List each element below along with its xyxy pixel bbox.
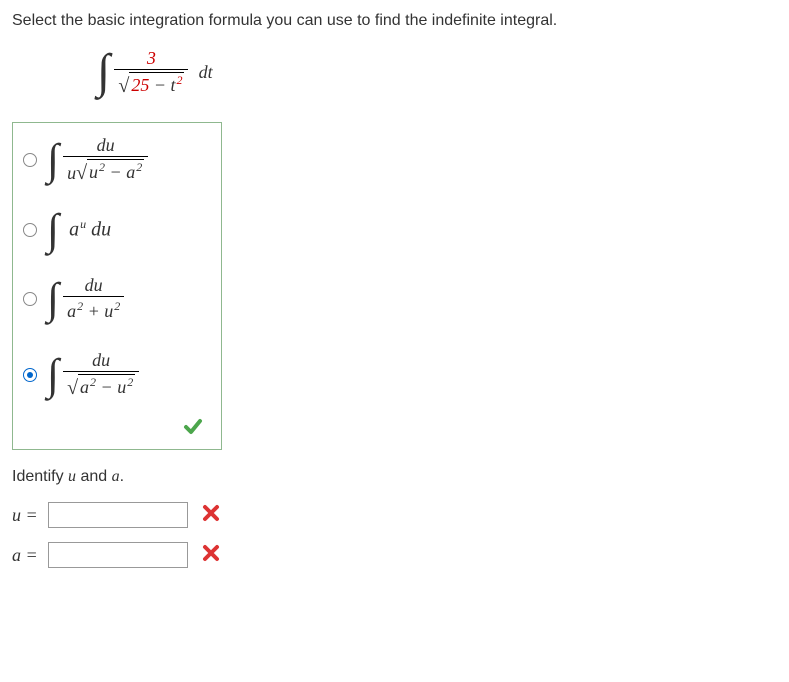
option-2-radio[interactable]	[23, 223, 37, 237]
question-prompt: Select the basic integration formula you…	[12, 12, 777, 30]
check-icon	[183, 417, 203, 437]
option-3[interactable]: ∫ du a2 + u2	[23, 275, 211, 322]
option-1-radio[interactable]	[23, 153, 37, 167]
option-2[interactable]: ∫ au du	[23, 212, 211, 247]
option-1[interactable]: ∫ du u√u2 − a2	[23, 135, 211, 184]
problem-integral: ∫ 3 √ 25 − t2 dt	[97, 48, 777, 97]
option-4-radio[interactable]	[23, 368, 37, 382]
option-4[interactable]: ∫ du √a2 − u2	[23, 350, 211, 399]
input-row-a: a =	[12, 542, 777, 568]
a-label: a =	[12, 545, 48, 566]
u-feedback	[202, 504, 220, 526]
options-group: ∫ du u√u2 − a2 ∫ au du ∫ du a2 + u2	[12, 122, 222, 450]
option-3-radio[interactable]	[23, 292, 37, 306]
options-feedback	[23, 409, 211, 441]
u-input[interactable]	[48, 502, 188, 528]
cross-icon	[202, 504, 220, 522]
identify-prompt: Identify u and a.	[12, 468, 777, 486]
a-feedback	[202, 544, 220, 566]
u-label: u =	[12, 505, 48, 526]
problem-differential: dt	[199, 62, 213, 82]
a-input[interactable]	[48, 542, 188, 568]
problem-numerator: 3	[143, 48, 160, 69]
input-row-u: u =	[12, 502, 777, 528]
cross-icon	[202, 544, 220, 562]
